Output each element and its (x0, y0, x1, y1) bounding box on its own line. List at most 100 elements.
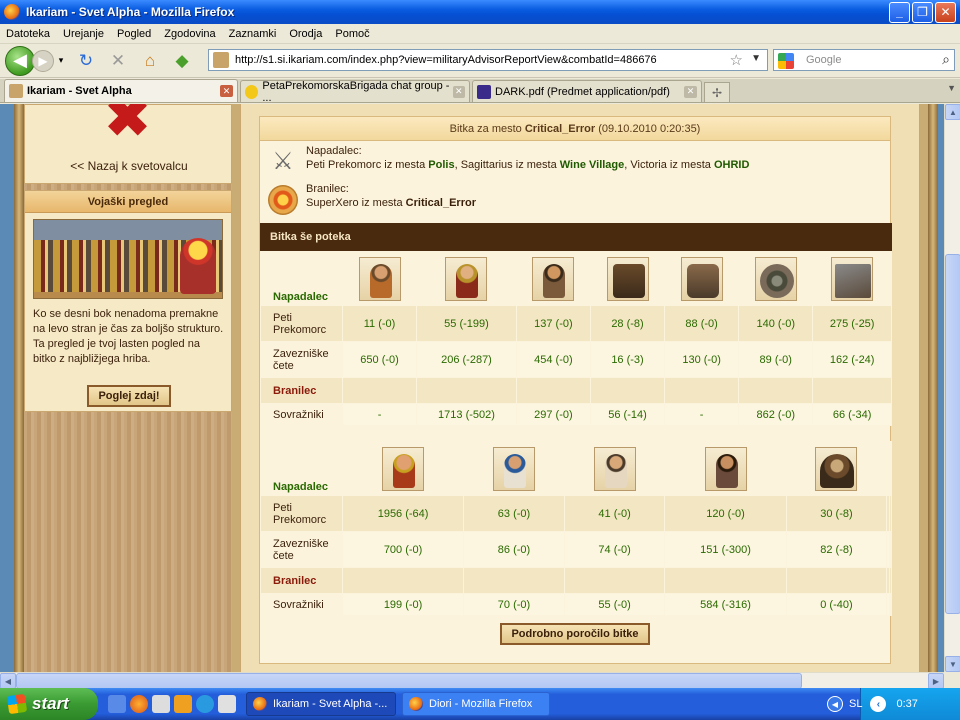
scroll-down-icon[interactable]: ▼ (945, 656, 960, 672)
unit-count: - (341, 403, 418, 426)
scroll-left-icon[interactable]: ◀ (0, 673, 16, 689)
navigation-toolbar: ◀ ▶ ▾ ↻ ✕ ⌂ ◆ http://s1.si.ikariam.com/i… (0, 44, 960, 78)
search-icon[interactable]: ⌕ (942, 51, 950, 68)
unit-count: 66 (-34) (812, 403, 892, 426)
page-viewport: << Nazaj k svetovalcu Vojaški pregled Ko… (0, 104, 944, 672)
windows-taskbar: start Ikariam - Svet Alpha -... Diori - … (0, 688, 960, 720)
unit-count: 11 (-0) (341, 305, 418, 342)
url-dropdown-icon[interactable]: ▼ (751, 53, 761, 64)
archer-unit-icon (382, 446, 425, 491)
desktop-icon[interactable] (108, 695, 126, 713)
tray-expand-icon[interactable]: ◀ (827, 696, 843, 712)
tab-pdf[interactable]: DARK.pdf (Predmet application/pdf) ✕ (472, 80, 702, 102)
attacker-heading: Napadalec (260, 441, 343, 496)
unit-count: 206 (-287) (416, 341, 517, 378)
unit-count: 55 (-0) (563, 593, 666, 616)
task-ikariam[interactable]: Ikariam - Svet Alpha -... (246, 692, 396, 716)
horizontal-scrollbar[interactable]: ◀ ▶ (0, 672, 944, 689)
red-cross-icon (105, 104, 151, 133)
battle-table-1: Napadalec Peti Prekomorc 11 (-0) 55 (-19… (260, 251, 892, 426)
stop-icon[interactable]: ✕ (106, 49, 130, 73)
cook-unit-icon (704, 446, 747, 491)
folder-quicklaunch-icon[interactable] (218, 695, 236, 713)
gyrocopter-unit-icon (831, 256, 874, 301)
menu-pomoc[interactable]: Pomoč (335, 28, 369, 40)
quick-launch (108, 695, 240, 713)
system-tray: ◀ SL ‹ 0:37 (827, 688, 960, 720)
close-tab-icon[interactable]: ✕ (220, 85, 233, 97)
firefox-icon (4, 4, 20, 20)
forward-button[interactable]: ▶ (32, 49, 54, 72)
unit-count: 297 (-0) (515, 403, 591, 426)
windows-logo-icon (6, 693, 28, 715)
vertical-scroll-thumb[interactable] (945, 254, 960, 614)
catapult-unit-icon (680, 256, 723, 301)
reload-icon[interactable]: ↻ (74, 49, 98, 73)
minimize-button[interactable]: _ (889, 1, 910, 23)
media-quicklaunch-icon[interactable] (174, 695, 192, 713)
maximize-button[interactable]: ❐ (912, 1, 933, 23)
unit-count: 120 (-0) (664, 495, 787, 532)
bookmark-star-icon[interactable]: ☆ (730, 51, 743, 69)
battle-report: Bitka za mesto Critical_Error (09.10.201… (259, 116, 893, 664)
attacker-city-link[interactable]: Polis (428, 159, 454, 171)
url-bar[interactable]: http://s1.si.ikariam.com/index.php?view=… (208, 49, 768, 71)
firefox-quicklaunch-icon[interactable] (130, 695, 148, 713)
google-icon[interactable] (778, 53, 794, 69)
close-window-button[interactable]: ✕ (935, 1, 956, 23)
attacker-city-link[interactable]: Wine Village (560, 159, 625, 171)
chat-quicklaunch-icon[interactable] (196, 695, 214, 713)
home-icon[interactable]: ⌂ (138, 49, 162, 73)
tray-arrow-icon[interactable]: ‹ (870, 696, 887, 712)
close-tab-icon[interactable]: ✕ (452, 85, 465, 98)
tab-ikariam[interactable]: Ikariam - Svet Alpha ✕ (4, 79, 238, 102)
report-title: Bitka za mesto Critical_Error (09.10.201… (260, 117, 890, 141)
tab-chat-group[interactable]: PetaPrekomorskaBrigada chat group - ... … (240, 79, 470, 104)
scroll-right-icon[interactable]: ▶ (928, 673, 944, 689)
unit-count: 88 (-0) (664, 305, 740, 342)
vertical-scrollbar[interactable]: ▲ ▼ (944, 104, 960, 672)
detailed-report-button[interactable]: Podrobno poročilo bitke (500, 623, 650, 645)
menu-orodja[interactable]: Orodja (289, 28, 322, 40)
row-label-enemies: Sovražniki (260, 403, 343, 426)
battering-ram-unit-icon (606, 256, 649, 301)
unit-count: 137 (-0) (515, 305, 591, 342)
menu-urejanje[interactable]: Urejanje (63, 28, 104, 40)
addon-icon[interactable]: ◆ (170, 49, 194, 73)
decorative-pillar (928, 104, 938, 672)
row-label-enemies: Sovražniki (260, 593, 343, 616)
scroll-up-icon[interactable]: ▲ (945, 104, 960, 120)
window-title: Ikariam - Svet Alpha - Mozilla Firefox (26, 5, 235, 19)
tab-label: DARK.pdf (Predmet application/pdf) (495, 85, 670, 98)
firefox-icon (253, 697, 267, 711)
tab-list-icon[interactable]: ▼ (947, 83, 956, 93)
start-button[interactable]: start (0, 688, 98, 720)
close-tab-icon[interactable]: ✕ (684, 85, 697, 98)
attacker-label: Napadalec: (306, 145, 362, 157)
tab-label: PetaPrekomorskaBrigada chat group - ... (262, 79, 450, 104)
new-tab-button[interactable]: ✢ (704, 82, 730, 102)
defender-city-link[interactable]: Critical_Error (406, 197, 476, 209)
menu-zaznamki[interactable]: Zaznamki (229, 28, 277, 40)
main-panel: Bitka za mesto Critical_Error (09.10.201… (240, 104, 920, 672)
back-button[interactable]: ◀ (5, 45, 35, 76)
horizontal-scroll-thumb[interactable] (16, 673, 802, 689)
look-now-button[interactable]: Poglej zdaj! (87, 385, 171, 407)
clock: 0:37 (896, 698, 918, 710)
defender-label: Branilec: (306, 183, 349, 195)
back-to-advisor-link[interactable]: << Nazaj k svetovalcu (25, 159, 233, 173)
attacker-city-link[interactable]: OHRID (714, 159, 749, 171)
unit-count: 130 (-0) (664, 341, 740, 378)
shield-icon (268, 185, 298, 215)
unit-count: 28 (-8) (589, 305, 666, 342)
language-indicator[interactable]: SL (849, 698, 862, 710)
menu-zgodovina[interactable]: Zgodovina (164, 28, 215, 40)
task-diori[interactable]: Diori - Mozilla Firefox (402, 692, 550, 716)
app-quicklaunch-icon[interactable] (152, 695, 170, 713)
row-label-allies: Zavezniške čete (260, 341, 343, 378)
menu-pogled[interactable]: Pogled (117, 28, 151, 40)
history-dropdown-icon[interactable]: ▾ (56, 49, 66, 73)
unit-count: 63 (-0) (463, 495, 565, 532)
menu-datoteka[interactable]: Datoteka (6, 28, 50, 40)
search-input[interactable]: Google ⌕ (773, 49, 955, 71)
